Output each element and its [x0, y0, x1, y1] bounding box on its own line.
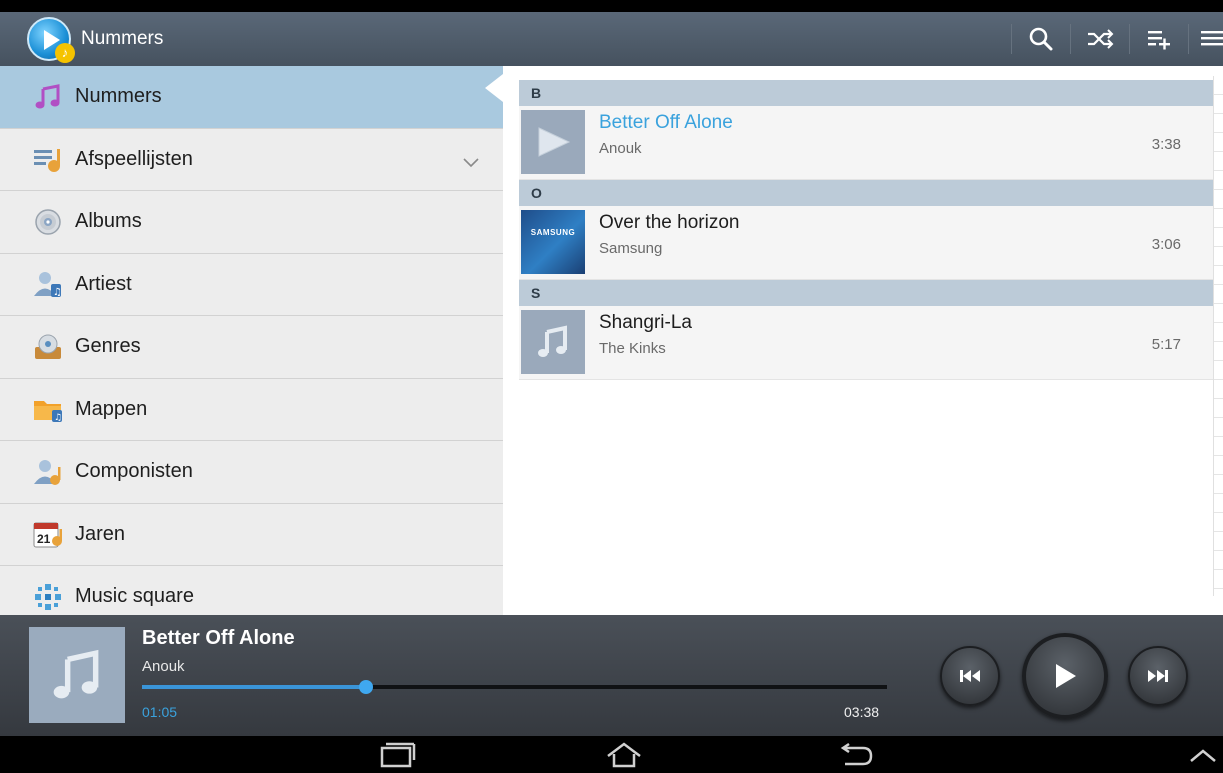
song-thumbnail [521, 310, 585, 374]
sidebar-item-label: Jaren [75, 522, 126, 545]
back-icon [840, 742, 873, 766]
sidebar-item-afspeellijsten[interactable]: Afspeellijsten [0, 129, 503, 191]
music-note-icon [33, 82, 63, 112]
sidebar-item-artiest[interactable]: ♫ Artiest [0, 254, 503, 316]
music-square-icon [33, 582, 63, 612]
sidebar-item-label: Music square [75, 585, 194, 608]
song-thumbnail [521, 110, 585, 174]
calendar-icon-day: 21 [37, 532, 51, 547]
song-duration: 3:38 [1151, 136, 1181, 153]
now-playing-title: Better Off Alone [142, 627, 295, 649]
overflow-menu-button[interactable] [1189, 12, 1223, 66]
song-artist: The Kinks [599, 340, 666, 357]
composer-icon [33, 457, 63, 487]
folder-icon: ♫ [33, 394, 63, 424]
next-button[interactable] [1128, 646, 1188, 706]
search-icon [1029, 27, 1053, 51]
album-disc-icon [33, 207, 63, 237]
song-title: Over the horizon [599, 212, 740, 233]
previous-button[interactable] [940, 646, 1000, 706]
add-to-playlist-icon [1148, 31, 1170, 50]
sidebar-item-genres[interactable]: Genres [0, 316, 503, 379]
overflow-menu-icon [1201, 31, 1223, 46]
search-button[interactable] [1012, 12, 1070, 66]
song-artist: Anouk [599, 140, 642, 157]
previous-icon [960, 670, 980, 682]
list-item[interactable]: Better Off Alone Anouk 3:38 [519, 106, 1214, 180]
index-scrollbar[interactable] [1213, 76, 1223, 596]
section-header: O [519, 180, 1214, 206]
sidebar-item-nummers[interactable]: Nummers [0, 66, 503, 129]
sidebar-item-albums[interactable]: Albums [0, 191, 503, 254]
artist-icon: ♫ [33, 269, 63, 299]
mini-player: Better Off Alone Anouk 01:05 03:38 [0, 615, 1223, 736]
song-title: Shangri-La [599, 312, 692, 333]
section-header: B [519, 80, 1214, 106]
chevron-up-icon [1189, 749, 1216, 762]
list-item[interactable]: Shangri-La The Kinks 5:17 [519, 306, 1214, 380]
home-button[interactable] [594, 740, 654, 770]
progress-fill [142, 685, 366, 689]
back-button[interactable] [825, 740, 885, 770]
system-nav-bar [0, 736, 1223, 773]
current-time: 01:05 [142, 704, 178, 720]
sidebar: Nummers Afspeellijsten Albums ♫ Artiest … [0, 66, 503, 615]
song-artist: Samsung [599, 240, 663, 257]
play-icon [538, 127, 571, 157]
add-to-playlist-button[interactable] [1130, 12, 1188, 66]
song-title: Better Off Alone [599, 112, 733, 133]
progress-handle[interactable] [358, 680, 373, 694]
total-time: 03:38 [844, 704, 880, 720]
expand-button[interactable] [1180, 740, 1223, 770]
song-duration: 3:06 [1151, 236, 1181, 253]
sidebar-item-label: Componisten [75, 460, 193, 483]
music-note-icon [538, 325, 567, 357]
sidebar-item-jaren[interactable]: 21 Jaren [0, 504, 503, 566]
page-title: Nummers [81, 28, 164, 49]
sidebar-item-music-square[interactable]: Music square [0, 566, 503, 615]
thumbnail-label: SAMSUNG [530, 227, 576, 237]
next-icon [1148, 670, 1168, 682]
recent-apps-icon [380, 742, 416, 768]
svg-text:♫: ♫ [54, 413, 62, 423]
status-strip [0, 0, 1223, 12]
app-logo-icon[interactable]: ♪ [27, 17, 75, 63]
song-thumbnail: SAMSUNG [521, 210, 585, 274]
playlist-icon [33, 144, 63, 174]
sidebar-item-label: Mappen [75, 397, 148, 420]
sidebar-item-label: Nummers [75, 85, 162, 108]
sidebar-item-label: Afspeellijsten [75, 147, 193, 170]
calendar-icon: 21 [33, 519, 63, 549]
play-button[interactable] [1022, 633, 1108, 719]
svg-text:♫: ♫ [53, 287, 62, 298]
sidebar-item-label: Artiest [75, 272, 132, 295]
section-header: S [519, 280, 1214, 306]
play-icon [1056, 664, 1076, 688]
sidebar-item-label: Albums [75, 210, 142, 233]
sidebar-item-mappen[interactable]: ♫ Mappen [0, 379, 503, 441]
action-bar: ♪ Nummers [0, 12, 1223, 66]
sidebar-item-label: Genres [75, 335, 141, 358]
album-art[interactable] [29, 627, 125, 723]
now-playing-artist: Anouk [142, 658, 185, 675]
song-duration: 5:17 [1151, 336, 1181, 353]
active-item-pointer [485, 74, 503, 102]
genres-icon [33, 332, 63, 362]
list-item[interactable]: SAMSUNG Over the horizon Samsung 3:06 [519, 206, 1214, 280]
sidebar-item-componisten[interactable]: Componisten [0, 441, 503, 504]
song-list: B Better Off Alone Anouk 3:38 O SAMSUNG … [503, 66, 1223, 615]
recent-apps-button[interactable] [366, 740, 426, 770]
shuffle-button[interactable] [1071, 12, 1129, 66]
chevron-down-icon[interactable] [463, 151, 479, 174]
music-note-icon [53, 649, 99, 699]
home-icon [607, 742, 641, 768]
progress-bar[interactable] [142, 680, 887, 694]
shuffle-icon [1088, 29, 1114, 49]
